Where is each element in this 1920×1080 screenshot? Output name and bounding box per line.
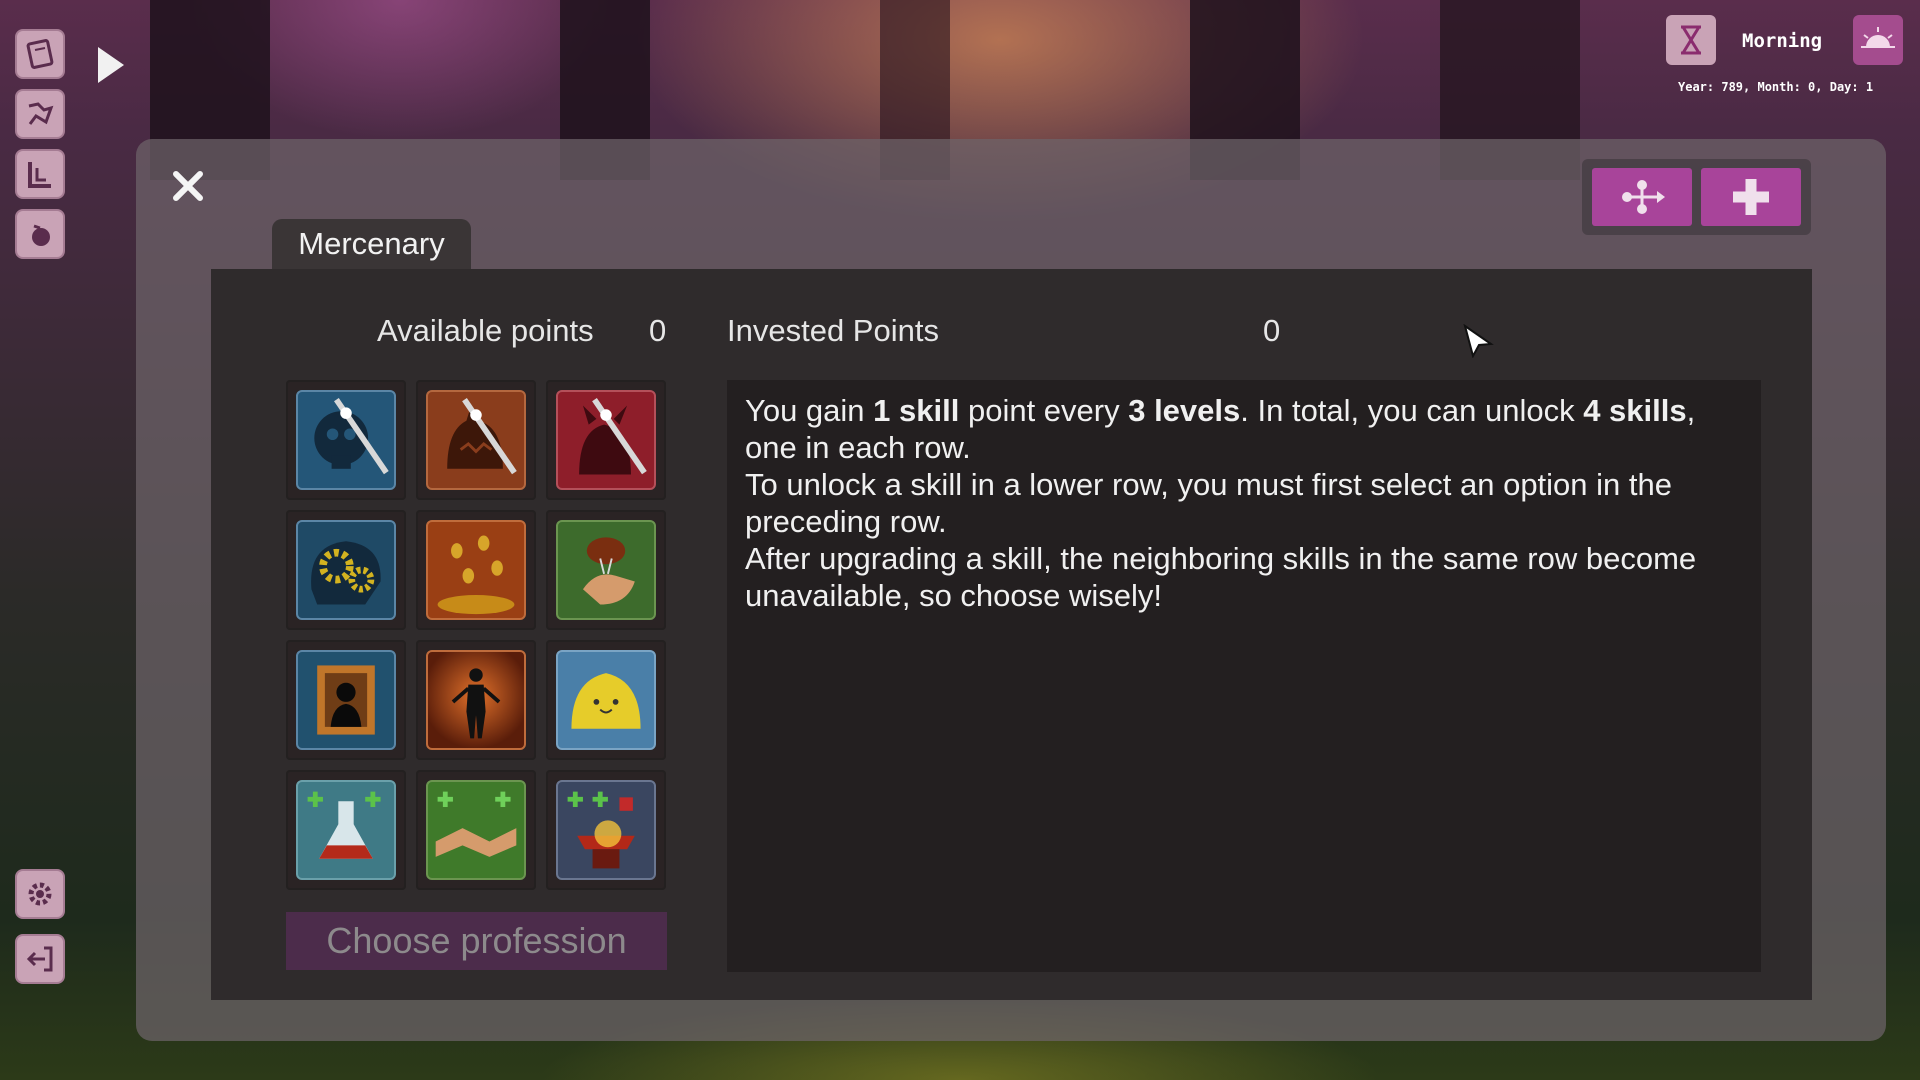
date-label: Year: 789, Month: 0, Day: 1 [1678, 80, 1874, 94]
description-line: To unlock a skill in a lower row, you mu… [745, 467, 1672, 539]
sunrise-indicator [1853, 15, 1903, 65]
close-icon[interactable] [170, 168, 206, 204]
available-points-value: 0 [649, 313, 667, 348]
skill-slot[interactable] [416, 640, 536, 760]
skill-slot[interactable] [416, 510, 536, 630]
skill-slot[interactable] [546, 640, 666, 760]
time-of-day-label: Morning [1742, 30, 1823, 52]
skill-slot[interactable] [286, 770, 406, 890]
skill-slot[interactable] [546, 380, 666, 500]
tab-mercenary[interactable]: Mercenary [272, 219, 471, 269]
skill-slot[interactable] [416, 770, 536, 890]
skill-slot[interactable] [546, 770, 666, 890]
skull-sword-skill-icon [296, 390, 396, 490]
exit-icon [26, 946, 53, 972]
beast-sword-skill-icon [426, 390, 526, 490]
coins-skill-icon [426, 520, 526, 620]
skill-slot[interactable] [286, 640, 406, 760]
hourglass-button[interactable] [1666, 15, 1716, 65]
portrait-skill-icon [296, 650, 396, 750]
share-tree-icon [1622, 180, 1665, 214]
skill-slot[interactable] [286, 380, 406, 500]
choose-profession-button[interactable]: Choose profession [286, 912, 667, 970]
stats-icon [28, 162, 51, 188]
hourglass-icon [1681, 25, 1701, 55]
exit-button[interactable] [15, 934, 65, 984]
available-points-label: Available points [377, 313, 594, 348]
skill-description: You gain 1 skill point every 3 levels. I… [727, 380, 1761, 972]
money-bag-skill-icon [556, 520, 656, 620]
gears-mind-skill-icon [296, 520, 396, 620]
anvil-plus-skill-icon [556, 780, 656, 880]
add-button[interactable] [1701, 168, 1801, 226]
inventory-icon [32, 224, 50, 246]
expand-sidebar-icon[interactable] [96, 45, 126, 85]
potion-plus-skill-icon [296, 780, 396, 880]
demon-sword-skill-icon [556, 390, 656, 490]
silhouette-skill-icon [426, 650, 526, 750]
description-line: You gain 1 skill point every 3 levels. I… [745, 393, 1696, 465]
plus-icon [1733, 179, 1769, 215]
skill-slot[interactable] [286, 510, 406, 630]
slime-skill-icon [556, 650, 656, 750]
invested-points-label: Invested Points [727, 313, 939, 348]
stats-button[interactable] [15, 149, 65, 199]
skill-slot[interactable] [546, 510, 666, 630]
sunrise-icon [1861, 27, 1895, 48]
settings-button[interactable] [15, 869, 65, 919]
inventory-button[interactable] [15, 209, 65, 259]
map-button[interactable] [15, 89, 65, 139]
journal-icon [26, 39, 54, 69]
skill-slot[interactable] [416, 380, 536, 500]
description-line: After upgrading a skill, the neighboring… [745, 541, 1697, 613]
handshake-plus-skill-icon [426, 780, 526, 880]
settings-icon [28, 882, 52, 906]
map-icon [28, 102, 54, 125]
skill-tree-button[interactable] [1592, 168, 1692, 226]
mouse-cursor-icon [1463, 324, 1494, 358]
journal-button[interactable] [15, 29, 65, 79]
invested-points-value: 0 [1263, 313, 1281, 348]
